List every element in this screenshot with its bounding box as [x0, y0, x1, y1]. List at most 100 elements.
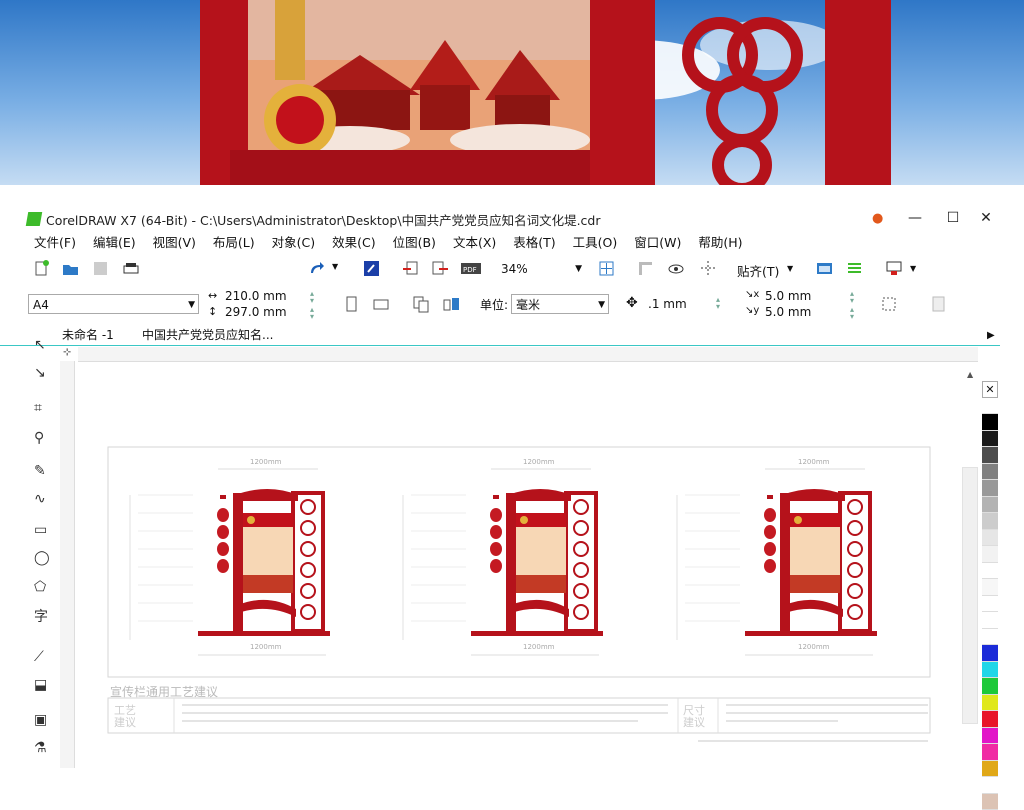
- show-rulers-icon[interactable]: [637, 260, 654, 277]
- tab-current-document[interactable]: 中国共产党党员应知名...: [142, 327, 273, 343]
- page-size-select[interactable]: A4 ▼: [28, 294, 199, 314]
- menu-tools[interactable]: 工具(O): [573, 233, 618, 253]
- menu-file[interactable]: 文件(F): [34, 233, 76, 253]
- color-swatch[interactable]: [982, 513, 998, 530]
- horizontal-ruler[interactable]: [78, 347, 978, 362]
- all-pages-icon[interactable]: [413, 296, 430, 313]
- user-icon[interactable]: ●: [872, 211, 883, 226]
- color-swatch[interactable]: [982, 761, 998, 778]
- color-swatch[interactable]: [982, 596, 998, 613]
- ruler-origin-icon[interactable]: ⊹: [63, 347, 71, 358]
- menu-window[interactable]: 窗口(W): [634, 233, 681, 253]
- open-folder-icon[interactable]: [62, 260, 79, 277]
- units-select[interactable]: 毫米 ▼: [511, 294, 609, 314]
- portrait-icon[interactable]: [343, 296, 360, 313]
- color-swatch[interactable]: [982, 464, 998, 481]
- no-color-icon[interactable]: ✕: [982, 381, 998, 398]
- menu-text[interactable]: 文本(X): [453, 233, 496, 253]
- dup-x-spinner[interactable]: ▴▾: [846, 290, 858, 304]
- text-tool-icon[interactable]: 字: [34, 609, 50, 625]
- welcome-screen-icon[interactable]: [816, 260, 833, 277]
- color-swatch[interactable]: [982, 546, 998, 563]
- zoom-tool-icon[interactable]: ⚲: [34, 430, 50, 446]
- search-content-icon[interactable]: [363, 260, 380, 277]
- color-swatch[interactable]: [982, 728, 998, 745]
- redo-icon[interactable]: [308, 260, 325, 277]
- connector-tool-icon[interactable]: ⬓: [34, 677, 50, 693]
- menu-object[interactable]: 对象(C): [272, 233, 315, 253]
- chevron-down-icon[interactable]: ▼: [910, 264, 916, 273]
- menu-effects[interactable]: 效果(C): [332, 233, 375, 253]
- dup-y-spinner[interactable]: ▴▾: [846, 306, 858, 320]
- menu-layout[interactable]: 布局(L): [213, 233, 255, 253]
- menu-table[interactable]: 表格(T): [513, 233, 555, 253]
- new-document-icon[interactable]: [33, 260, 50, 277]
- polygon-tool-icon[interactable]: ⬠: [34, 579, 50, 595]
- pick-tool-icon[interactable]: ↖: [34, 337, 50, 353]
- duplicate-distance-x-field[interactable]: 5.0 mm: [765, 289, 811, 303]
- menu-view[interactable]: 视图(V): [153, 233, 196, 253]
- current-page-icon[interactable]: [443, 296, 460, 313]
- redo-dropdown-icon[interactable]: ▼: [332, 262, 338, 271]
- print-icon[interactable]: [122, 260, 139, 277]
- height-spinner[interactable]: ▴▾: [306, 306, 318, 320]
- menu-help[interactable]: 帮助(H): [698, 233, 742, 253]
- shape-tool-icon[interactable]: ↘: [34, 365, 50, 381]
- drop-shadow-icon[interactable]: ▣: [34, 712, 50, 728]
- menu-bitmaps[interactable]: 位图(B): [393, 233, 436, 253]
- color-swatch[interactable]: [982, 678, 998, 695]
- options-icon[interactable]: [846, 260, 863, 277]
- parallel-dimension-icon[interactable]: ⟋: [34, 649, 50, 665]
- snap-to-dropdown[interactable]: 贴齐(T): [737, 261, 779, 280]
- view-icon[interactable]: [668, 260, 685, 277]
- color-swatch[interactable]: [982, 497, 998, 514]
- color-swatch[interactable]: [982, 398, 998, 415]
- vertical-scrollbar[interactable]: [962, 467, 978, 724]
- drawing-canvas[interactable]: 宣传栏通用工艺建议 工艺建议 尺寸建议 1200mm 1200mm 1200mm…: [78, 365, 966, 768]
- color-swatch[interactable]: [982, 447, 998, 464]
- close-button[interactable]: ✕: [973, 207, 999, 231]
- chevron-down-icon[interactable]: ▼: [787, 264, 793, 273]
- crop-tool-icon[interactable]: ⌗: [34, 400, 50, 416]
- color-swatch[interactable]: [982, 662, 998, 679]
- width-spinner[interactable]: ▴▾: [306, 290, 318, 304]
- color-swatch[interactable]: [982, 414, 998, 431]
- minimize-button[interactable]: —: [902, 207, 928, 231]
- application-launcher-icon[interactable]: [886, 260, 903, 277]
- tab-untitled[interactable]: 未命名 -1: [62, 327, 114, 343]
- nudge-distance-field[interactable]: .1 mm: [648, 297, 687, 311]
- color-swatch[interactable]: [982, 711, 998, 728]
- color-swatch[interactable]: [982, 695, 998, 712]
- full-screen-icon[interactable]: [598, 260, 615, 277]
- color-swatch[interactable]: [982, 794, 998, 810]
- nudge-spinner[interactable]: ▴▾: [712, 296, 724, 310]
- color-swatch[interactable]: [982, 629, 998, 646]
- color-swatch[interactable]: [982, 579, 998, 596]
- page-height-field[interactable]: 297.0 mm: [225, 305, 287, 319]
- color-swatch[interactable]: [982, 612, 998, 629]
- ellipse-tool-icon[interactable]: ◯: [34, 550, 50, 566]
- publish-pdf-icon[interactable]: PDF: [460, 260, 482, 277]
- page-width-field[interactable]: 210.0 mm: [225, 289, 287, 303]
- treat-as-filled-icon[interactable]: [881, 296, 898, 313]
- rectangle-tool-icon[interactable]: ▭: [34, 522, 50, 538]
- page-options-icon[interactable]: [930, 296, 947, 313]
- scroll-up-icon[interactable]: ▲: [967, 370, 973, 379]
- vertical-ruler[interactable]: [60, 361, 75, 768]
- freehand-tool-icon[interactable]: ✎: [34, 463, 50, 479]
- export-icon[interactable]: [432, 260, 449, 277]
- menu-edit[interactable]: 编辑(E): [93, 233, 136, 253]
- zoom-level-select[interactable]: 34% ▼: [497, 259, 585, 279]
- duplicate-distance-y-field[interactable]: 5.0 mm: [765, 305, 811, 319]
- save-icon[interactable]: [92, 260, 109, 277]
- color-swatch[interactable]: [982, 431, 998, 448]
- import-icon[interactable]: [402, 260, 419, 277]
- landscape-icon[interactable]: [373, 296, 390, 313]
- color-swatch[interactable]: [982, 645, 998, 662]
- color-swatch[interactable]: [982, 744, 998, 761]
- guidelines-icon[interactable]: [700, 260, 717, 277]
- eyedropper-icon[interactable]: ⚗: [34, 740, 50, 756]
- color-swatch[interactable]: [982, 530, 998, 547]
- artistic-media-icon[interactable]: ∿: [34, 491, 50, 507]
- color-swatch[interactable]: [982, 480, 998, 497]
